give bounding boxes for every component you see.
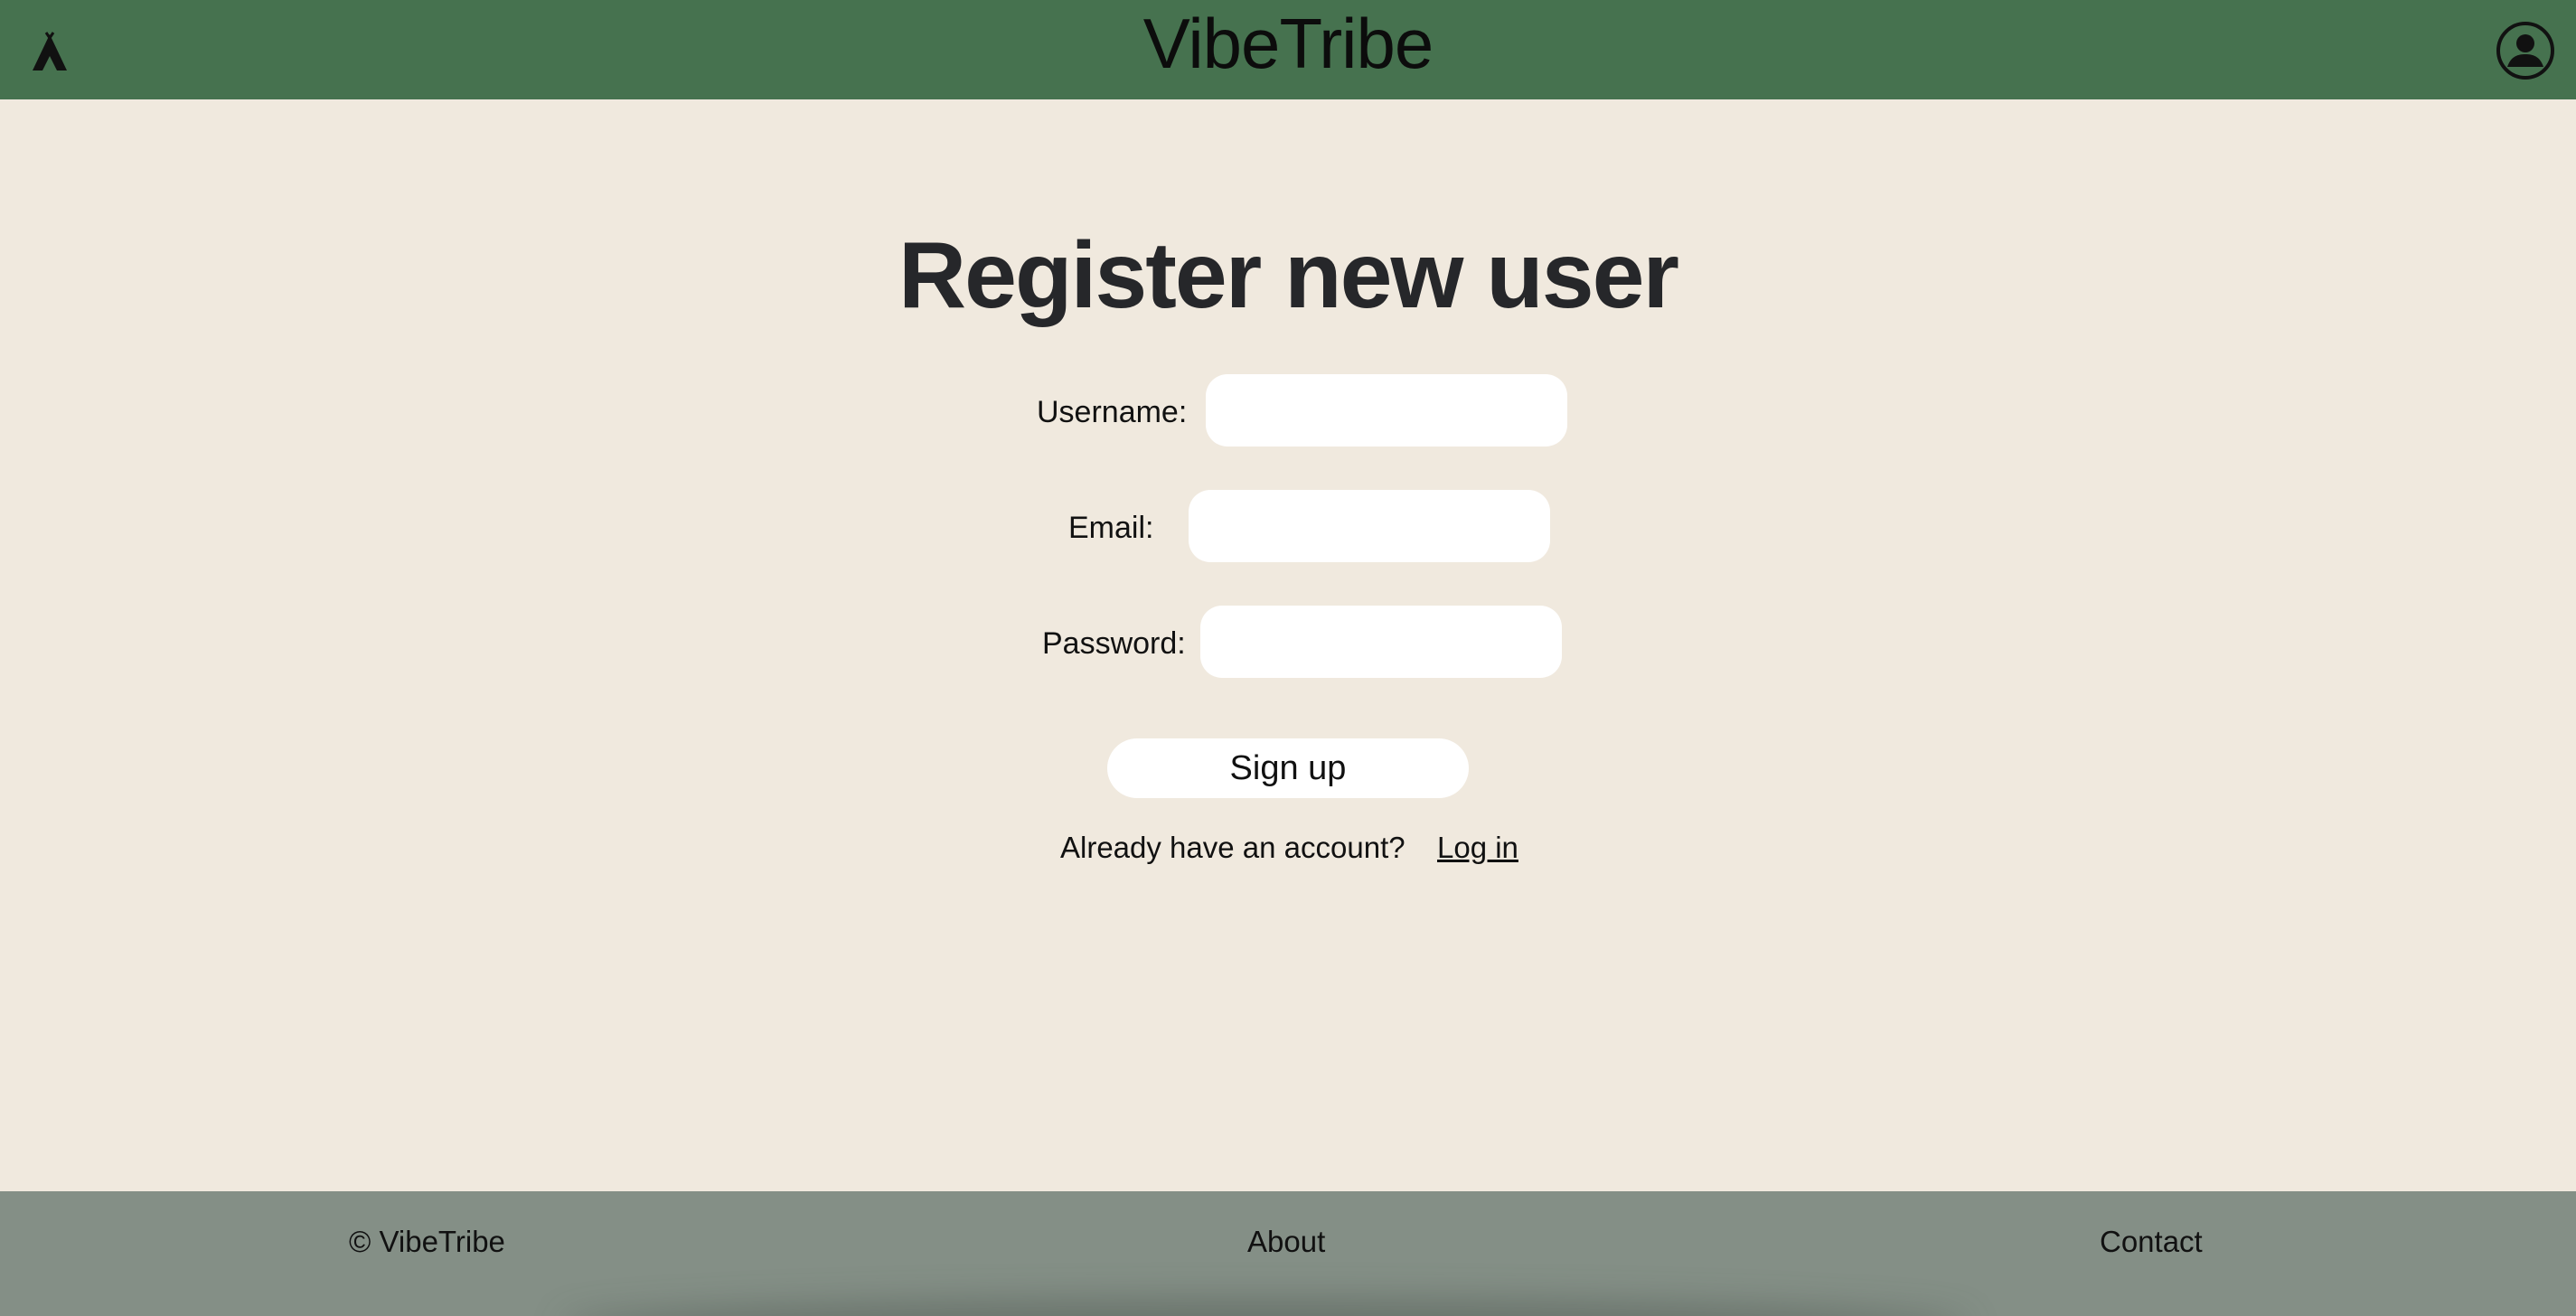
email-input[interactable] bbox=[1189, 490, 1550, 562]
footer: © VibeTribe About Contact bbox=[0, 1191, 2576, 1316]
username-label: Username: bbox=[1037, 395, 1188, 429]
password-input[interactable] bbox=[1200, 606, 1562, 678]
page-title: Register new user bbox=[898, 223, 1679, 328]
password-label: Password: bbox=[1042, 626, 1186, 661]
top-header: VibeTribe bbox=[0, 0, 2576, 99]
footer-copyright: © VibeTribe bbox=[349, 1225, 505, 1258]
username-input[interactable] bbox=[1206, 374, 1567, 446]
email-label: Email: bbox=[1068, 511, 1154, 545]
main-content: Register new user Username: Email: Passw… bbox=[0, 99, 2576, 1191]
login-link[interactable]: Log in bbox=[1437, 828, 1518, 868]
user-circle-icon[interactable] bbox=[2495, 20, 2556, 81]
footer-contact-link[interactable]: Contact bbox=[2100, 1222, 2203, 1262]
footer-shadow bbox=[560, 1298, 1970, 1316]
footer-about-link[interactable]: About bbox=[1247, 1222, 1325, 1262]
app-title: VibeTribe bbox=[1142, 4, 1434, 83]
already-account-text: Already have an account? bbox=[1060, 831, 1406, 864]
signup-button[interactable]: Sign up bbox=[1107, 738, 1469, 798]
